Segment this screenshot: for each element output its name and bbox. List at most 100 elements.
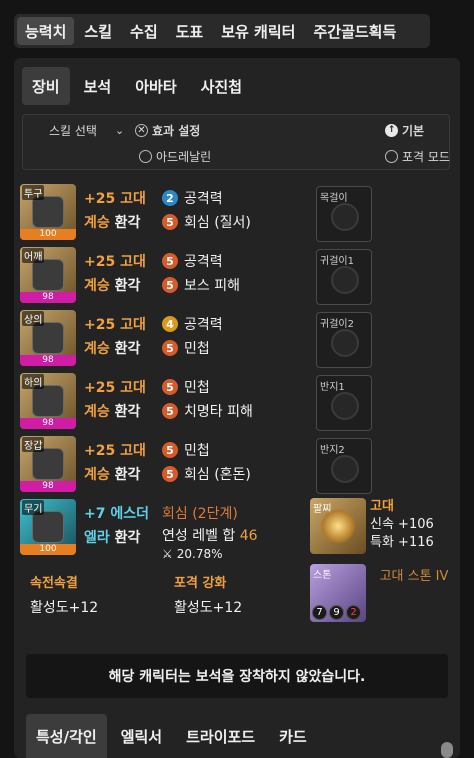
- subtab-gems[interactable]: 보석: [74, 67, 122, 105]
- skill-filter-box: 스킬 선택 ⌄ ✕ 효과 설정 ↑ 기본 아드레날린 포격 모드: [22, 114, 450, 170]
- weapon-icon: [32, 511, 64, 543]
- sword-icon: ⚔: [162, 547, 173, 561]
- equipment-row-pants[interactable]: 하의 98 +25 고대 계승 환각 5 민첩 5 치명타 피해 반지1: [20, 373, 372, 431]
- crit-mode-label: 포격 모드: [402, 150, 450, 164]
- tab-owned-characters[interactable]: 보유 캐릭터: [213, 17, 303, 45]
- enhancement-level: +25 고대: [84, 443, 146, 459]
- accessory-necklace[interactable]: 목걸이: [316, 186, 372, 242]
- option-2: 5 회심 (질서): [162, 212, 251, 232]
- tab-collection[interactable]: 수집: [122, 17, 166, 45]
- stone-level-2: 9: [329, 605, 344, 620]
- accessory-ring-1[interactable]: 반지1: [316, 375, 372, 431]
- engraving-2: 포격 강화 활성도+12: [174, 572, 242, 617]
- slot-label: 어깨: [22, 248, 45, 263]
- scrollbar-thumb[interactable]: [441, 742, 453, 758]
- accessory-earring-1[interactable]: 귀걸이1: [316, 249, 372, 305]
- quality-bar: 100: [20, 229, 76, 240]
- tier-text: 계승 환각: [84, 467, 141, 483]
- tab-stats[interactable]: 능력치: [17, 17, 75, 45]
- bracelet-icon: [320, 508, 356, 544]
- stone-level-1: 7: [312, 605, 327, 620]
- tier-text: 엘라 환각: [84, 530, 141, 546]
- tier-text: 계승 환각: [84, 341, 141, 357]
- option-1: 5 공격력: [162, 251, 223, 271]
- bottom-tab-bar: 특성/각인 엘릭서 트라이포드 카드: [26, 714, 317, 758]
- adrenaline-radio[interactable]: 아드레날린: [139, 148, 211, 165]
- helmet-icon: [32, 196, 64, 228]
- basic-mode-radio[interactable]: ↑ 기본: [385, 122, 424, 139]
- sub-tab-bar: 장비 보석 아바타 사진첩: [22, 66, 252, 106]
- subtab-equipment[interactable]: 장비: [22, 67, 70, 105]
- subtab-avatar[interactable]: 아바타: [125, 67, 186, 105]
- accessory-earring-2[interactable]: 귀걸이2: [316, 312, 372, 368]
- quality-bar: 98: [20, 481, 76, 492]
- option-1: 5 민첩: [162, 377, 210, 397]
- crit-mode-radio[interactable]: 포격 모드: [385, 148, 450, 165]
- option-1: 5 민첩: [162, 440, 210, 460]
- shoulder-item-icon: 어깨 98: [20, 247, 76, 303]
- tab-elixir[interactable]: 엘릭서: [111, 714, 172, 758]
- option-2: 5 치명타 피해: [162, 401, 253, 421]
- accessory-label: 반지1: [320, 382, 345, 393]
- tier-text: 계승 환각: [84, 404, 141, 420]
- equipment-row-helmet[interactable]: 투구 100 +25 고대 계승 환각 2 공격력 5 회심 (질서) 목걸이: [20, 184, 372, 242]
- arrow-up-icon: ↑: [385, 124, 398, 137]
- stone-rank-label: 고대 스톤 IV: [379, 569, 449, 584]
- tab-engravings[interactable]: 특성/각인: [26, 714, 107, 758]
- bracelet-slot[interactable]: 팔찌: [310, 498, 366, 554]
- equipment-row-chest[interactable]: 상의 98 +25 고대 계승 환각 4 공격력 5 민첩 귀걸이2: [20, 310, 372, 368]
- accessory-label: 목걸이: [320, 193, 348, 204]
- effect-setting-button[interactable]: ✕ 효과 설정: [135, 122, 200, 139]
- tab-weekly-gold[interactable]: 주간골드획득: [305, 17, 404, 45]
- equipment-row-weapon[interactable]: 무기 100 +7 에스더 엘라 환각 회심 (2단계) 연성 레벨 합 46 …: [20, 499, 320, 561]
- equipment-row-shoulder[interactable]: 어깨 98 +25 고대 계승 환각 5 공격력 5 보스 피해 귀걸이1: [20, 247, 372, 305]
- effect-setting-label: 효과 설정: [152, 124, 201, 138]
- gloves-item-icon: 장갑 98: [20, 436, 76, 492]
- engraving-title: 속전속결: [30, 576, 78, 591]
- weapon-option-1: 회심 (2단계): [162, 506, 238, 522]
- weapon-option-2: 연성 레벨 합 46: [162, 528, 258, 544]
- tier-text: 계승 환각: [84, 215, 141, 231]
- accessory-emblem-icon: [331, 203, 359, 231]
- option-2: 5 보스 피해: [162, 275, 240, 295]
- stone-levels: 7 9 2: [312, 605, 361, 620]
- tab-chart[interactable]: 도표: [168, 17, 212, 45]
- tier-text: 계승 환각: [84, 278, 141, 294]
- tab-skills[interactable]: 스킬: [76, 17, 120, 45]
- enhancement-level: +25 고대: [84, 191, 146, 207]
- ability-stone-slot[interactable]: 스톤 7 9 2: [310, 564, 366, 622]
- option-1: 2 공격력: [162, 188, 223, 208]
- shoulder-icon: [32, 259, 64, 291]
- tab-card[interactable]: 카드: [269, 714, 317, 758]
- slot-label: 상의: [22, 311, 45, 326]
- subtab-album[interactable]: 사진첩: [191, 67, 252, 105]
- quality-bar: 98: [20, 292, 76, 303]
- close-circle-icon: ✕: [135, 124, 148, 137]
- bracelet-rank: 고대: [370, 499, 394, 514]
- stone-level-3: 2: [346, 605, 361, 620]
- chest-icon: [32, 322, 64, 354]
- slot-label: 투구: [22, 185, 45, 200]
- stone-label: 스톤: [313, 570, 332, 581]
- helmet-item-icon: 투구 100: [20, 184, 76, 240]
- accessory-label: 반지2: [320, 445, 345, 456]
- pants-icon: [32, 385, 64, 417]
- bracelet-info: 고대 신속 +106 특화 +116: [370, 498, 434, 552]
- enhancement-level: +25 고대: [84, 380, 146, 396]
- skill-select-dropdown[interactable]: 스킬 선택 ⌄: [49, 122, 124, 139]
- adrenaline-label: 아드레날린: [156, 150, 212, 164]
- option-2: 5 회심 (혼돈): [162, 464, 251, 484]
- tab-tripod[interactable]: 트라이포드: [176, 714, 265, 758]
- accessory-emblem-icon: [331, 329, 359, 357]
- no-gems-notice: 해당 캐릭터는 보석을 장착하지 않았습니다.: [26, 654, 448, 698]
- equipment-row-gloves[interactable]: 장갑 98 +25 고대 계승 환각 5 민첩 5 회심 (혼돈) 반지2: [20, 436, 372, 494]
- accessory-label: 귀걸이1: [320, 256, 354, 267]
- engraving-value: 활성도+12: [30, 600, 99, 616]
- accessory-ring-2[interactable]: 반지2: [316, 438, 372, 494]
- pants-item-icon: 하의 98: [20, 373, 76, 429]
- enhancement-level: +7 에스더: [84, 506, 149, 522]
- engraving-title: 포격 강화: [174, 576, 227, 591]
- accessory-emblem-icon: [331, 392, 359, 420]
- accessory-label: 귀걸이2: [320, 319, 354, 330]
- engraving-value: 활성도+12: [174, 600, 243, 616]
